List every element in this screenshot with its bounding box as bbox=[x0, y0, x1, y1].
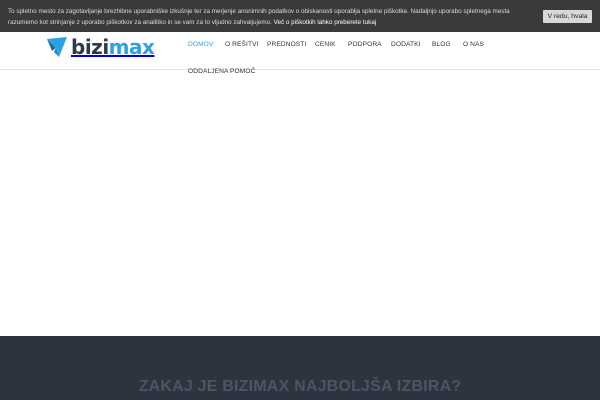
logo-text-part2: max bbox=[108, 35, 155, 59]
nav-item-prednosti[interactable]: PREDNOSTI bbox=[267, 41, 306, 48]
nav-item-o-resitvi[interactable]: O REŠITVI bbox=[225, 41, 259, 48]
cookie-notice: To spletno mesto za zagotavljanje brezhi… bbox=[8, 7, 538, 28]
logo-text-part1: bizi bbox=[71, 35, 109, 59]
section-title: ZAKAJ JE BIZIMAX NAJBOLJŠA IZBIRA? bbox=[138, 378, 462, 395]
cookie-accept-button[interactable]: V redu, hvala bbox=[543, 10, 592, 23]
logo[interactable]: bizimax bbox=[47, 35, 155, 59]
cookie-bar: To spletno mesto za zagotavljanje brezhi… bbox=[0, 0, 600, 32]
nav-item-o-nas[interactable]: O NAS bbox=[463, 41, 484, 48]
nav-item-blog[interactable]: BLOG bbox=[432, 41, 451, 48]
nav-item-oddaljena-pomoc[interactable]: ODDALJENA POMOČ bbox=[188, 68, 255, 75]
nav-item-domov[interactable]: DOMOV bbox=[188, 41, 213, 48]
cookie-more-info-link[interactable]: Več o piškotkih lahko preberete tukaj bbox=[274, 19, 377, 26]
logo-text: bizimax bbox=[71, 35, 155, 59]
cookie-notice-text: To spletno mesto za zagotavljanje brezhi… bbox=[8, 8, 510, 26]
site-header: bizimax DOMOV O REŠITVI PREDNOSTI CENIK … bbox=[0, 32, 600, 75]
nav-item-cenik[interactable]: CENIK bbox=[315, 41, 336, 48]
nav-item-dodatki[interactable]: DODATKI bbox=[391, 41, 421, 48]
logo-mark-icon bbox=[47, 37, 67, 57]
nav-item-podpora[interactable]: PODPORA bbox=[348, 41, 382, 48]
